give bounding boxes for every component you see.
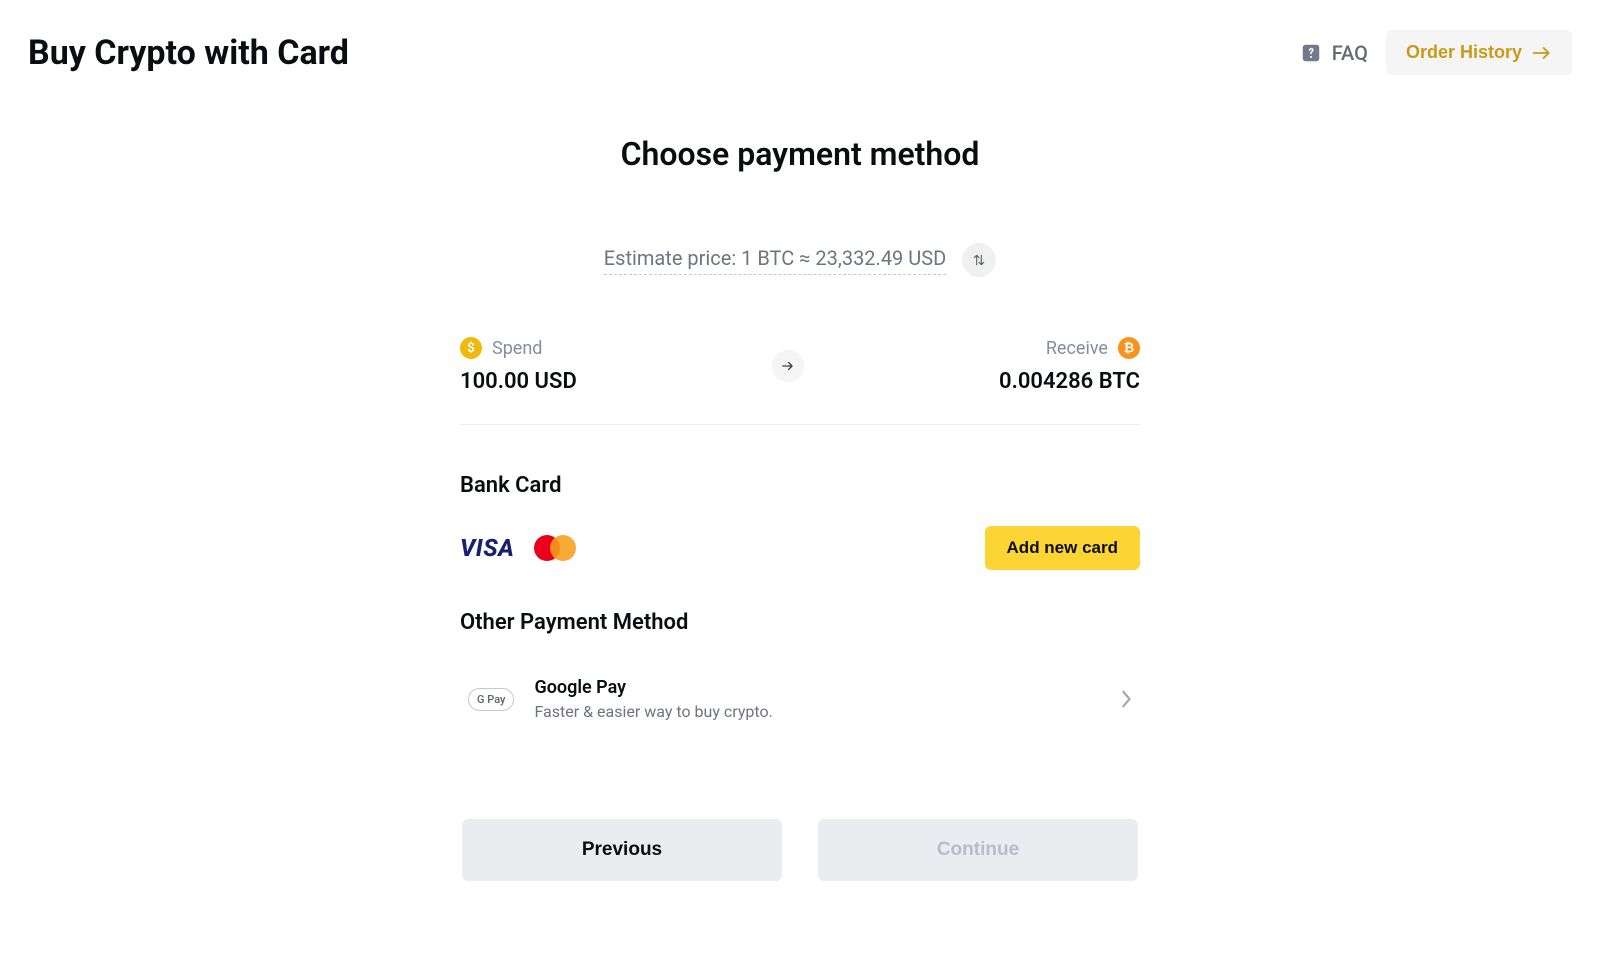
estimate-row: Estimate price: 1 BTC ≈ 23,332.49 USD (460, 243, 1140, 277)
spend-receive-row: $ Spend 100.00 USD Receive ₿ 0.004286 BT… (460, 337, 1140, 425)
card-logos: VISA (460, 534, 576, 562)
bitcoin-icon: ₿ (1118, 337, 1140, 359)
faq-link[interactable]: FAQ (1300, 41, 1368, 65)
dollar-icon: $ (460, 337, 482, 359)
chevron-right-icon (1120, 690, 1132, 708)
help-icon (1300, 42, 1322, 64)
bank-card-title: Bank Card (460, 473, 1140, 498)
arrow-right-icon (1532, 46, 1552, 60)
add-new-card-button[interactable]: Add new card (985, 526, 1140, 570)
receive-value: 0.004286 BTC (999, 369, 1140, 394)
convert-arrow (772, 350, 804, 382)
continue-button[interactable]: Continue (818, 819, 1138, 881)
header-actions: FAQ Order History (1300, 30, 1572, 75)
order-history-label: Order History (1406, 42, 1522, 63)
google-pay-subtitle: Faster & easier way to buy crypto. (534, 702, 1100, 721)
swap-icon (972, 253, 986, 267)
receive-column: Receive ₿ 0.004286 BTC (999, 337, 1140, 394)
receive-label: Receive (1046, 338, 1108, 359)
faq-label: FAQ (1332, 41, 1368, 65)
google-pay-title: Google Pay (534, 677, 1100, 698)
main-content: Choose payment method Estimate price: 1 … (460, 75, 1140, 735)
footer-actions: Previous Continue (462, 819, 1138, 881)
mastercard-icon (534, 535, 576, 561)
estimate-text: Estimate price: 1 BTC ≈ 23,332.49 USD (604, 246, 946, 275)
visa-icon: VISA (460, 534, 514, 562)
google-pay-text: Google Pay Faster & easier way to buy cr… (534, 677, 1100, 721)
spend-column: $ Spend 100.00 USD (460, 337, 577, 394)
previous-button[interactable]: Previous (462, 819, 782, 881)
spend-label: Spend (492, 338, 542, 359)
google-pay-option[interactable]: G Pay Google Pay Faster & easier way to … (460, 663, 1140, 735)
other-payment-title: Other Payment Method (460, 610, 1140, 635)
google-pay-icon: G Pay (468, 688, 514, 711)
swap-button[interactable] (962, 243, 996, 277)
order-history-button[interactable]: Order History (1386, 30, 1572, 75)
spend-value: 100.00 USD (460, 369, 577, 394)
arrow-right-icon (781, 360, 795, 372)
bank-card-row: VISA Add new card (460, 526, 1140, 570)
page-title: Buy Crypto with Card (28, 33, 349, 73)
section-title: Choose payment method (460, 135, 1140, 173)
header: Buy Crypto with Card FAQ Order History (0, 0, 1600, 75)
